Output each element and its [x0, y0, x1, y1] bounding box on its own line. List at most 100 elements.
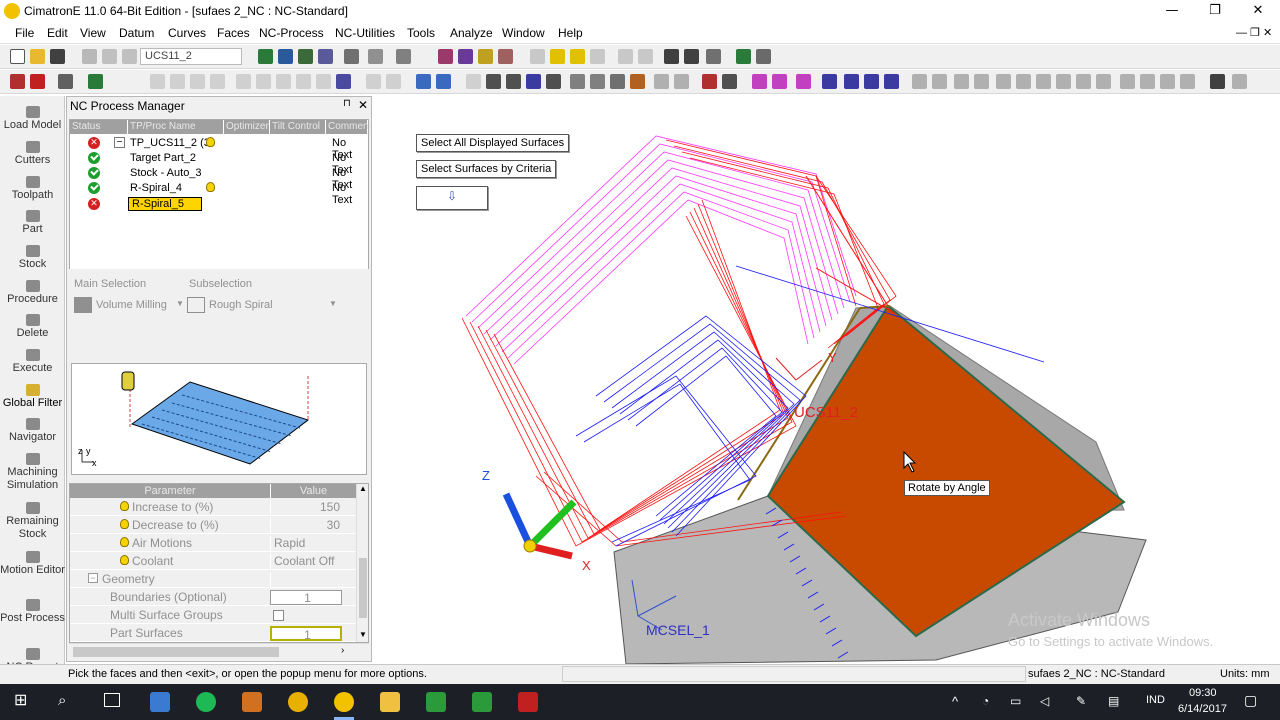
- zoom-window-icon[interactable]: [278, 49, 293, 64]
- volume-icon[interactable]: ◁: [1040, 694, 1049, 708]
- param-row[interactable]: Boundaries (Optional) 1: [70, 588, 356, 606]
- param-row[interactable]: Air Motions Rapid: [70, 534, 356, 553]
- face-1-icon[interactable]: [466, 74, 481, 89]
- battery-icon[interactable]: ▭: [1010, 694, 1021, 708]
- sphere-icon[interactable]: [570, 74, 585, 89]
- sidebar-item-remaining-stock[interactable]: Remaining Stock: [0, 502, 65, 541]
- show-icon[interactable]: [478, 49, 493, 64]
- param-row[interactable]: Decrease to (%) 30: [70, 516, 356, 535]
- restore-button[interactable]: ❐: [1193, 0, 1237, 22]
- sidebar-item-load-model[interactable]: Load Model: [0, 106, 65, 132]
- fillet-icon[interactable]: [1096, 74, 1111, 89]
- param-row[interactable]: Increase to (%) 150: [70, 498, 356, 517]
- nc-setup-icon[interactable]: [756, 49, 771, 64]
- tree-row-stock-auto[interactable]: Stock - Auto_3 No Text: [70, 166, 368, 191]
- search-icon[interactable]: ⌕: [58, 692, 76, 710]
- pan-icon[interactable]: [318, 49, 333, 64]
- col-comment[interactable]: Comment: [326, 120, 371, 134]
- offset-icon[interactable]: [1036, 74, 1051, 89]
- sidebar-item-stock[interactable]: Stock: [0, 245, 65, 271]
- xyz-icon[interactable]: [1140, 74, 1155, 89]
- tree-row-tp-ucs[interactable]: ✕ − TP_UCS11_2 (3 No Text: [70, 136, 368, 161]
- recent-icon[interactable]: [1210, 74, 1225, 89]
- spline-icon[interactable]: [722, 74, 737, 89]
- clock-date[interactable]: 6/14/2017: [1178, 703, 1227, 715]
- scroll-down-icon[interactable]: ▼: [359, 630, 367, 639]
- close-button[interactable]: ✕: [1236, 0, 1280, 22]
- notification-icon[interactable]: ▢: [1244, 692, 1257, 709]
- col-name[interactable]: TP/Proc Name: [128, 120, 224, 134]
- sidebar-item-toolpath[interactable]: Toolpath: [0, 176, 65, 202]
- help-icon[interactable]: [546, 74, 561, 89]
- menu-file[interactable]: File: [15, 26, 34, 40]
- chain-3-icon[interactable]: [796, 74, 811, 89]
- keyboard-icon[interactable]: ▤: [1108, 694, 1119, 708]
- pointer-icon[interactable]: [530, 49, 545, 64]
- open-folder-icon[interactable]: [30, 49, 45, 64]
- render-mode-icon[interactable]: [396, 49, 411, 64]
- circle-icon[interactable]: [954, 74, 969, 89]
- scroll-right-icon[interactable]: ›: [341, 645, 344, 656]
- language-indicator[interactable]: IND: [1146, 694, 1165, 706]
- sidebar-item-procedure[interactable]: Procedure: [0, 280, 65, 306]
- curve-1-icon[interactable]: [150, 74, 165, 89]
- network-icon[interactable]: ◔: [982, 694, 989, 708]
- sidebar-item-navigator[interactable]: Navigator: [0, 418, 65, 444]
- axis-3-icon[interactable]: [864, 74, 879, 89]
- axis-1-icon[interactable]: [822, 74, 837, 89]
- arrow-left-icon[interactable]: [618, 49, 633, 64]
- menu-faces[interactable]: Faces: [217, 26, 250, 40]
- select-by-criteria-button[interactable]: Select Surfaces by Criteria: [416, 160, 557, 178]
- param-row[interactable]: Coolant Coolant Off: [70, 552, 356, 571]
- snap-icon[interactable]: [1180, 74, 1195, 89]
- tool-icon[interactable]: [664, 49, 679, 64]
- param-scroll-thumb[interactable]: [359, 558, 367, 618]
- delete-entity-icon[interactable]: [10, 74, 25, 89]
- tree-row-r-spiral-5[interactable]: ✕ R-Spiral_5: [70, 197, 368, 212]
- line-icon[interactable]: [912, 74, 927, 89]
- param-scrollbar[interactable]: ▲ ▼: [356, 484, 368, 642]
- sketch-icon[interactable]: [702, 74, 717, 89]
- zoom-all-icon[interactable]: [258, 49, 273, 64]
- print-icon[interactable]: [82, 49, 97, 64]
- shading-icon[interactable]: [368, 49, 383, 64]
- transform-icon[interactable]: [416, 74, 431, 89]
- subselection-dropdown[interactable]: Rough Spiral ▼: [185, 295, 339, 315]
- box-2-icon[interactable]: [1160, 74, 1175, 89]
- curve-3-icon[interactable]: [190, 74, 205, 89]
- collapse-icon[interactable]: −: [88, 573, 98, 583]
- ucs-icon[interactable]: [122, 49, 137, 64]
- copy-icon[interactable]: [386, 74, 401, 89]
- grid-icon[interactable]: [684, 49, 699, 64]
- menu-nc-utilities[interactable]: NC-Utilities: [335, 26, 395, 40]
- sidebar-item-part[interactable]: Part: [0, 210, 65, 236]
- curve-7-icon[interactable]: [276, 74, 291, 89]
- zoom-icon[interactable]: [298, 49, 313, 64]
- face-2-icon[interactable]: [486, 74, 501, 89]
- more-icon[interactable]: [1232, 74, 1247, 89]
- task-view-icon[interactable]: [104, 693, 120, 707]
- paint-icon[interactable]: [630, 74, 645, 89]
- spotify-icon[interactable]: [196, 692, 216, 712]
- arc-icon[interactable]: [974, 74, 989, 89]
- nc-tree-icon[interactable]: [736, 49, 751, 64]
- point-icon[interactable]: [996, 74, 1011, 89]
- sidebar-item-global-filter[interactable]: Global Filter: [0, 384, 65, 410]
- curve-6-icon[interactable]: [256, 74, 271, 89]
- confirm-icon[interactable]: [88, 74, 103, 89]
- menu-view[interactable]: View: [80, 26, 106, 40]
- filter-icon[interactable]: [438, 49, 453, 64]
- tray-expand-icon[interactable]: ^: [952, 694, 958, 709]
- menu-tools[interactable]: Tools: [407, 26, 435, 40]
- col-status[interactable]: Status: [70, 120, 128, 134]
- arrow-right-icon[interactable]: [638, 49, 653, 64]
- hide-icon[interactable]: [498, 49, 513, 64]
- menu-datum[interactable]: Datum: [119, 26, 154, 40]
- cut-icon[interactable]: [102, 49, 117, 64]
- menu-help[interactable]: Help: [558, 26, 583, 40]
- pin-icon[interactable]: ⊓: [343, 98, 351, 109]
- pen-icon[interactable]: ✎: [1076, 694, 1086, 708]
- new-file-icon[interactable]: [10, 49, 25, 64]
- app-icon-1[interactable]: [150, 692, 170, 712]
- curve-2-icon[interactable]: [170, 74, 185, 89]
